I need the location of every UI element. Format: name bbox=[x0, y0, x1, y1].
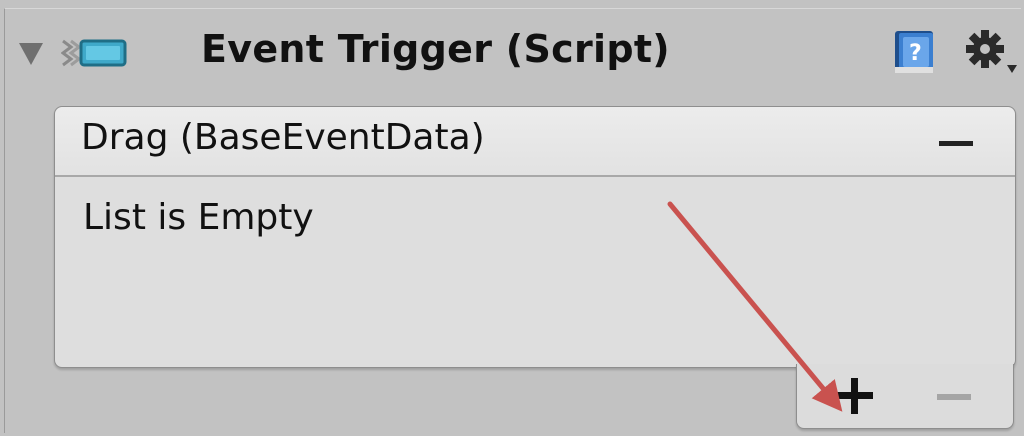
list-footer bbox=[796, 364, 1014, 429]
triangle-down-icon[interactable] bbox=[19, 43, 43, 65]
script-icon bbox=[61, 39, 127, 67]
svg-text:?: ? bbox=[909, 41, 922, 66]
event-entry-title: Drag (BaseEventData) bbox=[81, 117, 485, 158]
event-entry-box: Drag (BaseEventData) List is Empty bbox=[54, 106, 1016, 368]
remove-event-button[interactable] bbox=[939, 141, 973, 146]
remove-event-listener-button[interactable] bbox=[925, 370, 985, 422]
minus-icon bbox=[937, 394, 971, 400]
event-entry-header: Drag (BaseEventData) bbox=[55, 107, 1015, 177]
help-book-icon[interactable]: ? bbox=[893, 29, 937, 75]
add-event-listener-button[interactable] bbox=[827, 370, 883, 422]
gear-icon[interactable] bbox=[963, 27, 1019, 77]
component-header[interactable]: Event Trigger (Script) ? bbox=[5, 9, 1021, 99]
list-empty-label: List is Empty bbox=[83, 197, 314, 238]
component-title: Event Trigger (Script) bbox=[201, 27, 670, 71]
